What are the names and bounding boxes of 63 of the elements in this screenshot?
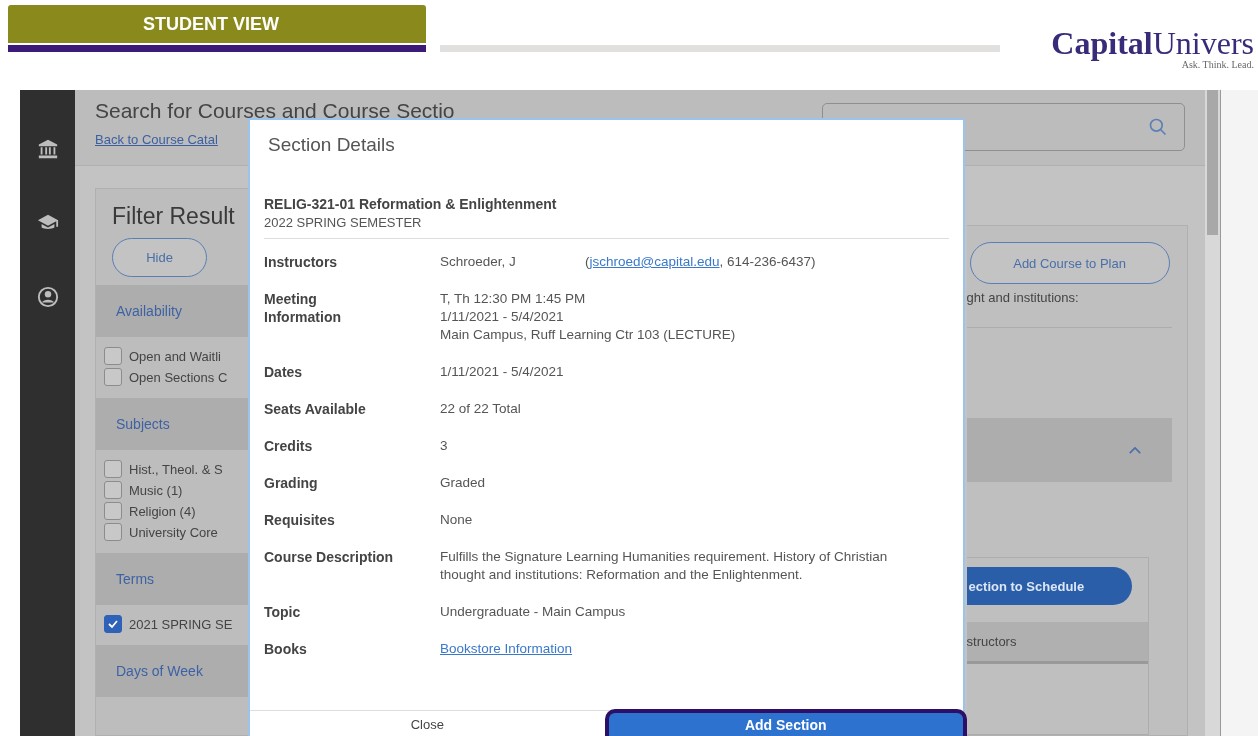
checkbox[interactable] xyxy=(104,523,122,541)
detail-label: Seats Available xyxy=(264,400,367,418)
hide-button[interactable]: Hide xyxy=(112,238,207,277)
detail-label: Meeting Information xyxy=(264,290,342,327)
filter-option-label: Open Sections C xyxy=(129,369,228,385)
course-title: RELIG-321-01 Reformation & Enlightenment xyxy=(264,196,558,212)
filter-title: Filter Result xyxy=(111,202,236,230)
detail-label: Dates xyxy=(264,363,304,381)
detail-value: None xyxy=(440,511,474,529)
add-course-to-plan-button[interactable]: Add Course to Plan xyxy=(969,242,1170,284)
checkbox[interactable] xyxy=(104,615,122,633)
detail-value: 22 of 22 Total xyxy=(440,400,522,418)
filter-option-label: 2021 SPRING SE xyxy=(129,616,233,632)
dialog-title: Section Details xyxy=(267,133,396,157)
filter-option-label: Music (1) xyxy=(129,482,183,498)
course-description-text: ght and institutions: xyxy=(966,290,1079,305)
detail-value: Graded xyxy=(440,474,487,492)
detail-label: Instructors xyxy=(264,253,339,271)
institution-icon[interactable] xyxy=(36,138,59,160)
detail-value: Main Campus, Ruff Learning Ctr 103 (LECTURE) xyxy=(440,326,737,344)
checkbox[interactable] xyxy=(104,368,122,386)
filter-group-header[interactable]: Days of Week xyxy=(96,645,248,697)
detail-label: Requisites xyxy=(264,511,336,529)
checkbox[interactable] xyxy=(104,347,122,365)
checkmark-icon xyxy=(107,618,119,630)
filter-option-label: Hist., Theol. & S xyxy=(129,461,223,477)
email-link[interactable]: jschroed@capital.edu xyxy=(589,254,720,269)
bookstore-link[interactable]: Bookstore Information xyxy=(440,641,573,656)
back-link[interactable]: Back to Course Catal xyxy=(95,132,218,147)
detail-label: Credits xyxy=(264,437,314,455)
filter-group-header[interactable]: Subjects xyxy=(96,398,248,450)
filter-group-header[interactable]: Terms xyxy=(96,553,248,605)
checkbox[interactable] xyxy=(104,460,122,478)
instructors-header: structors xyxy=(966,622,1148,664)
search-icon[interactable] xyxy=(1148,117,1168,137)
caret-up-icon[interactable] xyxy=(1128,445,1142,455)
detail-value: 3 xyxy=(440,437,449,455)
detail-value: T, Th 12:30 PM 1:45 PM xyxy=(440,290,587,308)
detail-label: Grading xyxy=(264,474,319,492)
checkbox[interactable] xyxy=(104,481,122,499)
logo-wordmark: CapitalUnivers xyxy=(1051,27,1254,59)
filter-option-label: Open and Waitli xyxy=(129,348,221,364)
user-icon[interactable] xyxy=(36,286,59,308)
term-text: 2022 SPRING SEMESTER xyxy=(264,215,423,230)
filter-option-label: University Core xyxy=(129,524,218,540)
detail-value: Fulfills the Signature Learning Humanities requirement. History of Christian thought and institutions: Reformation and the Enlightenment. xyxy=(440,548,889,584)
detail-value: 1/11/2021 - 5/4/2021 xyxy=(440,363,565,381)
scrollbar-thumb[interactable] xyxy=(1207,90,1218,235)
instructor-contact: (jschroed@capital.edu, 614-236-6437) xyxy=(585,253,816,271)
detail-value: Undergraduate - Main Campus xyxy=(440,603,627,621)
page-title: Search for Courses and Course Sectio xyxy=(95,98,455,124)
logo-tagline: Ask. Think. Lead. xyxy=(1180,59,1254,70)
instructor-name: Schroeder, J xyxy=(440,253,517,271)
add-section-to-schedule-button[interactable]: ection to Schedule xyxy=(966,567,1132,605)
filter-group-header[interactable]: Availability xyxy=(96,285,248,337)
scrollbar[interactable] xyxy=(1205,90,1220,736)
detail-label: Course Description xyxy=(264,548,395,567)
detail-label: Topic xyxy=(264,603,302,621)
filter-option-label: Religion (4) xyxy=(129,503,196,519)
checkbox[interactable] xyxy=(104,502,122,520)
detail-value: 1/11/2021 - 5/4/2021 xyxy=(440,308,565,326)
student-view-banner: STUDENT VIEW xyxy=(8,5,426,43)
detail-label: Books xyxy=(264,640,308,658)
